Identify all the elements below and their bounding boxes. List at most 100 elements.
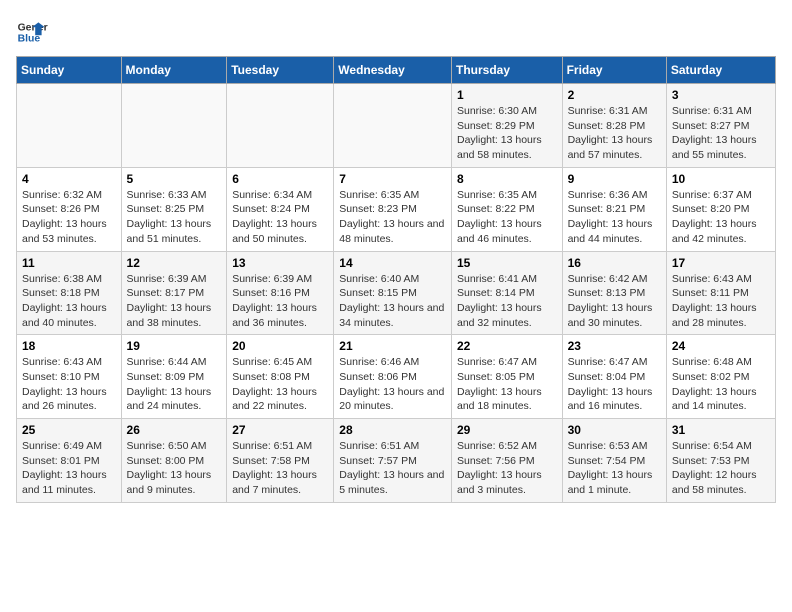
day-info: Sunrise: 6:44 AM Sunset: 8:09 PM Dayligh…	[127, 355, 222, 414]
day-number: 9	[568, 172, 661, 186]
calendar-cell: 12 Sunrise: 6:39 AM Sunset: 8:17 PM Dayli…	[121, 251, 227, 335]
logo: General Blue	[16, 16, 48, 48]
day-info: Sunrise: 6:40 AM Sunset: 8:15 PM Dayligh…	[339, 272, 446, 331]
day-number: 18	[22, 339, 116, 353]
day-number: 3	[672, 88, 770, 102]
calendar-cell: 27 Sunrise: 6:51 AM Sunset: 7:58 PM Dayli…	[227, 419, 334, 503]
day-number: 8	[457, 172, 557, 186]
calendar-cell: 30 Sunrise: 6:53 AM Sunset: 7:54 PM Dayli…	[562, 419, 666, 503]
calendar-cell: 2 Sunrise: 6:31 AM Sunset: 8:28 PM Daylig…	[562, 84, 666, 168]
day-info: Sunrise: 6:50 AM Sunset: 8:00 PM Dayligh…	[127, 439, 222, 498]
calendar-cell: 4 Sunrise: 6:32 AM Sunset: 8:26 PM Daylig…	[17, 167, 122, 251]
calendar-cell: 8 Sunrise: 6:35 AM Sunset: 8:22 PM Daylig…	[451, 167, 562, 251]
calendar-cell: 16 Sunrise: 6:42 AM Sunset: 8:13 PM Dayli…	[562, 251, 666, 335]
weekday-header-tuesday: Tuesday	[227, 57, 334, 84]
day-number: 15	[457, 256, 557, 270]
weekday-header-wednesday: Wednesday	[334, 57, 452, 84]
calendar-cell: 17 Sunrise: 6:43 AM Sunset: 8:11 PM Dayli…	[666, 251, 775, 335]
day-number: 5	[127, 172, 222, 186]
day-number: 21	[339, 339, 446, 353]
calendar-week-4: 18 Sunrise: 6:43 AM Sunset: 8:10 PM Dayli…	[17, 335, 776, 419]
calendar-cell: 19 Sunrise: 6:44 AM Sunset: 8:09 PM Dayli…	[121, 335, 227, 419]
calendar-cell: 22Sunrise: 6:47 AM Sunset: 8:05 PM Dayli…	[451, 335, 562, 419]
day-number: 1	[457, 88, 557, 102]
day-info: Sunrise: 6:43 AM Sunset: 8:10 PM Dayligh…	[22, 355, 116, 414]
calendar-table: SundayMondayTuesdayWednesdayThursdayFrid…	[16, 56, 776, 503]
day-number: 30	[568, 423, 661, 437]
calendar-week-2: 4 Sunrise: 6:32 AM Sunset: 8:26 PM Daylig…	[17, 167, 776, 251]
day-number: 31	[672, 423, 770, 437]
day-info: Sunrise: 6:35 AM Sunset: 8:22 PM Dayligh…	[457, 188, 557, 247]
day-number: 28	[339, 423, 446, 437]
day-info: Sunrise: 6:52 AM Sunset: 7:56 PM Dayligh…	[457, 439, 557, 498]
day-number: 6	[232, 172, 328, 186]
weekday-header-thursday: Thursday	[451, 57, 562, 84]
calendar-cell: 15 Sunrise: 6:41 AM Sunset: 8:14 PM Dayli…	[451, 251, 562, 335]
calendar-cell: 13Sunrise: 6:39 AM Sunset: 8:16 PM Dayli…	[227, 251, 334, 335]
calendar-cell: 23Sunrise: 6:47 AM Sunset: 8:04 PM Dayli…	[562, 335, 666, 419]
day-info: Sunrise: 6:41 AM Sunset: 8:14 PM Dayligh…	[457, 272, 557, 331]
calendar-cell: 18 Sunrise: 6:43 AM Sunset: 8:10 PM Dayli…	[17, 335, 122, 419]
calendar-cell: 11 Sunrise: 6:38 AM Sunset: 8:18 PM Dayli…	[17, 251, 122, 335]
day-info: Sunrise: 6:42 AM Sunset: 8:13 PM Dayligh…	[568, 272, 661, 331]
day-number: 20	[232, 339, 328, 353]
calendar-cell	[121, 84, 227, 168]
calendar-week-1: 1Sunrise: 6:30 AM Sunset: 8:29 PM Daylig…	[17, 84, 776, 168]
day-number: 12	[127, 256, 222, 270]
weekday-header-saturday: Saturday	[666, 57, 775, 84]
calendar-cell	[227, 84, 334, 168]
day-number: 27	[232, 423, 328, 437]
day-number: 29	[457, 423, 557, 437]
day-info: Sunrise: 6:45 AM Sunset: 8:08 PM Dayligh…	[232, 355, 328, 414]
calendar-cell: 5 Sunrise: 6:33 AM Sunset: 8:25 PM Daylig…	[121, 167, 227, 251]
day-info: Sunrise: 6:37 AM Sunset: 8:20 PM Dayligh…	[672, 188, 770, 247]
day-info: Sunrise: 6:49 AM Sunset: 8:01 PM Dayligh…	[22, 439, 116, 498]
calendar-cell: 6 Sunrise: 6:34 AM Sunset: 8:24 PM Daylig…	[227, 167, 334, 251]
svg-text:General: General	[18, 22, 48, 33]
day-number: 25	[22, 423, 116, 437]
day-number: 10	[672, 172, 770, 186]
calendar-cell: 25 Sunrise: 6:49 AM Sunset: 8:01 PM Dayli…	[17, 419, 122, 503]
day-number: 11	[22, 256, 116, 270]
day-info: Sunrise: 6:36 AM Sunset: 8:21 PM Dayligh…	[568, 188, 661, 247]
day-number: 16	[568, 256, 661, 270]
day-info: Sunrise: 6:48 AM Sunset: 8:02 PM Dayligh…	[672, 355, 770, 414]
day-info: Sunrise: 6:31 AM Sunset: 8:28 PM Dayligh…	[568, 104, 661, 163]
calendar-cell	[17, 84, 122, 168]
day-number: 14	[339, 256, 446, 270]
calendar-cell: 1Sunrise: 6:30 AM Sunset: 8:29 PM Daylig…	[451, 84, 562, 168]
calendar-cell: 14 Sunrise: 6:40 AM Sunset: 8:15 PM Dayli…	[334, 251, 452, 335]
calendar-cell: 9 Sunrise: 6:36 AM Sunset: 8:21 PM Daylig…	[562, 167, 666, 251]
day-number: 19	[127, 339, 222, 353]
day-info: Sunrise: 6:46 AM Sunset: 8:06 PM Dayligh…	[339, 355, 446, 414]
day-number: 2	[568, 88, 661, 102]
day-info: Sunrise: 6:39 AM Sunset: 8:17 PM Dayligh…	[127, 272, 222, 331]
day-number: 24	[672, 339, 770, 353]
day-number: 17	[672, 256, 770, 270]
day-info: Sunrise: 6:32 AM Sunset: 8:26 PM Dayligh…	[22, 188, 116, 247]
day-info: Sunrise: 6:39 AM Sunset: 8:16 PM Dayligh…	[232, 272, 328, 331]
day-info: Sunrise: 6:53 AM Sunset: 7:54 PM Dayligh…	[568, 439, 661, 498]
calendar-cell: 31 Sunrise: 6:54 AM Sunset: 7:53 PM Dayli…	[666, 419, 775, 503]
day-info: Sunrise: 6:51 AM Sunset: 7:58 PM Dayligh…	[232, 439, 328, 498]
svg-text:Blue: Blue	[18, 34, 41, 45]
day-info: Sunrise: 6:34 AM Sunset: 8:24 PM Dayligh…	[232, 188, 328, 247]
day-info: Sunrise: 6:31 AM Sunset: 8:27 PM Dayligh…	[672, 104, 770, 163]
day-info: Sunrise: 6:51 AM Sunset: 7:57 PM Dayligh…	[339, 439, 446, 498]
day-info: Sunrise: 6:33 AM Sunset: 8:25 PM Dayligh…	[127, 188, 222, 247]
calendar-cell: 26Sunrise: 6:50 AM Sunset: 8:00 PM Dayli…	[121, 419, 227, 503]
logo-icon: General Blue	[16, 16, 48, 48]
calendar-cell: 21 Sunrise: 6:46 AM Sunset: 8:06 PM Dayli…	[334, 335, 452, 419]
calendar-cell: 7Sunrise: 6:35 AM Sunset: 8:23 PM Daylig…	[334, 167, 452, 251]
day-info: Sunrise: 6:54 AM Sunset: 7:53 PM Dayligh…	[672, 439, 770, 498]
calendar-week-5: 25 Sunrise: 6:49 AM Sunset: 8:01 PM Dayli…	[17, 419, 776, 503]
weekday-header-monday: Monday	[121, 57, 227, 84]
day-info: Sunrise: 6:47 AM Sunset: 8:04 PM Dayligh…	[568, 355, 661, 414]
header: General Blue	[16, 16, 776, 48]
day-number: 7	[339, 172, 446, 186]
day-number: 4	[22, 172, 116, 186]
day-info: Sunrise: 6:47 AM Sunset: 8:05 PM Dayligh…	[457, 355, 557, 414]
calendar-cell: 28 Sunrise: 6:51 AM Sunset: 7:57 PM Dayli…	[334, 419, 452, 503]
day-info: Sunrise: 6:43 AM Sunset: 8:11 PM Dayligh…	[672, 272, 770, 331]
day-info: Sunrise: 6:38 AM Sunset: 8:18 PM Dayligh…	[22, 272, 116, 331]
